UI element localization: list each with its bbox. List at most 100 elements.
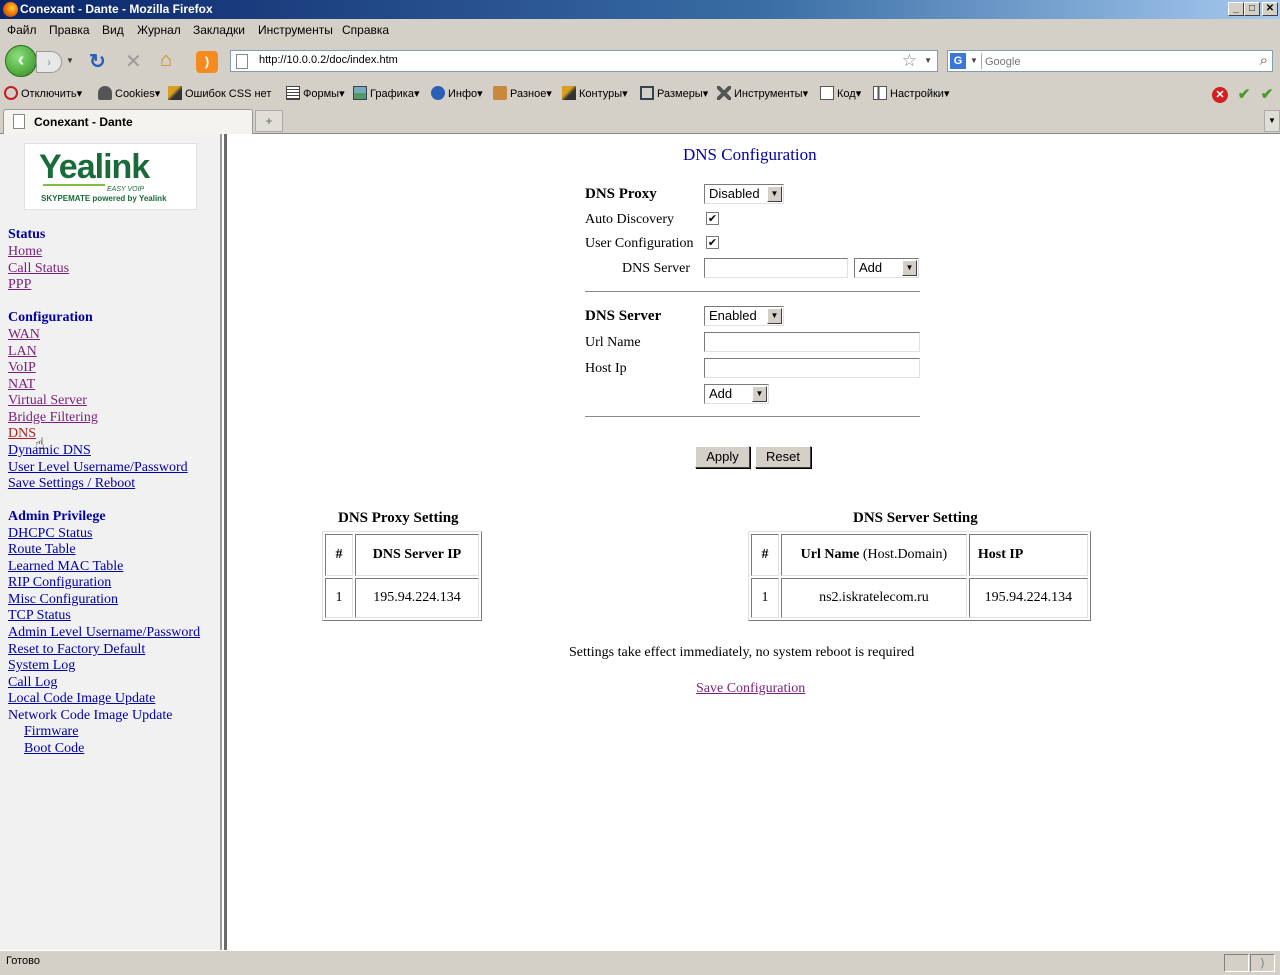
rss-status-icon[interactable]: ) [1250,954,1275,972]
reload-icon[interactable]: ↻ [89,49,106,74]
sidebar-link-route-table[interactable]: Route Table [8,542,76,558]
menu-file[interactable]: Файл [7,19,37,42]
sidebar-link-save-reboot[interactable]: Save Settings / Reboot [8,476,135,492]
host-action-select[interactable]: Add ▼ [704,384,769,404]
sidebar-link-dns[interactable]: DNS [8,426,36,442]
minimize-button[interactable]: _ [1228,2,1244,16]
dns-proxy-label: DNS Proxy [585,186,657,202]
navigation-toolbar: ‹ › ▼ ↻ ✕ ⌂ ) http://10.0.0.2/doc/index.… [0,42,1280,80]
sidebar-link-dynamic-dns[interactable]: Dynamic DNS [8,443,91,459]
hand-cursor-icon: ☝ [35,434,45,453]
history-dropdown-icon[interactable]: ▼ [66,56,74,65]
url-bar[interactable]: http://10.0.0.2/doc/index.htm ☆ ▼ [230,50,938,72]
apply-button[interactable]: Apply [695,446,750,468]
close-window-button[interactable]: ✕ [1262,2,1278,16]
sidebar-link-tcp-status[interactable]: TCP Status [8,608,71,624]
url-name-input[interactable] [704,332,920,352]
table-header: # [325,534,353,576]
reset-button[interactable]: Reset [755,446,811,468]
auto-discovery-label: Auto Discovery [585,212,675,227]
devbar-css[interactable]: Ошибок CSS нет [168,82,271,106]
sidebar-link-bridge-filtering[interactable]: Bridge Filtering [8,410,98,426]
sidebar-link-mac-table[interactable]: Learned MAC Table [8,559,123,575]
chevron-down-icon: ▼ [902,260,917,276]
url-dropdown-icon[interactable]: ▼ [924,56,932,65]
menu-edit[interactable]: Правка [49,19,90,42]
sidebar-link-firmware[interactable]: Firmware [24,724,78,740]
error-status-icon[interactable]: ✕ [1212,87,1228,103]
devbar-cookies[interactable]: Cookies▾ [98,82,160,106]
sidebar-link-lan[interactable]: LAN [8,344,37,360]
back-button[interactable]: ‹ [5,45,37,77]
sidebar-link-virtual-server[interactable]: Virtual Server [8,393,87,409]
dns-proxy-select[interactable]: Disabled ▼ [704,184,784,204]
proxy-table: # DNS Server IP 1 195.94.224.134 [322,531,482,621]
url-text[interactable]: http://10.0.0.2/doc/index.htm [259,54,398,66]
home-icon[interactable]: ⌂ [160,49,182,71]
sidebar-link-system-log[interactable]: System Log [8,658,75,674]
devbar-forms[interactable]: Формы▾ [286,82,345,106]
devbar-source[interactable]: Код▾ [820,82,861,106]
maximize-button[interactable]: □ [1244,2,1260,16]
devbar-info[interactable]: Инфо▾ [431,82,483,106]
user-config-label: User Configuration [585,236,694,251]
sidebar-link-call-status[interactable]: Call Status [8,261,69,277]
sidebar-link-local-image-update[interactable]: Local Code Image Update [8,691,155,707]
dns-server-input[interactable] [704,258,848,278]
sidebar-link-misc-config[interactable]: Misc Configuration [8,592,118,608]
menu-history[interactable]: Журнал [137,19,181,42]
search-icon[interactable]: ⌕ [1260,52,1268,69]
devbar-images[interactable]: Графика▾ [353,82,419,106]
stop-icon[interactable]: ✕ [125,49,142,74]
sidebar-link-call-log[interactable]: Call Log [8,675,57,691]
menu-bookmarks[interactable]: Закладки [193,19,245,42]
dns-server-field-label: DNS Server [622,261,691,276]
auto-discovery-checkbox[interactable]: ✔ [706,212,719,225]
sidebar-link-home[interactable]: Home [8,244,42,260]
dns-server-action-select[interactable]: Add ▼ [854,258,919,278]
new-tab-button[interactable]: + [255,110,283,132]
search-engine-dropdown-icon[interactable]: ▼ [970,56,978,65]
dns-server-select[interactable]: Enabled ▼ [704,306,784,326]
table-cell: ns2.iskratelecom.ru [781,578,967,618]
validate-html-icon[interactable]: ✔ [1236,87,1252,103]
forward-button[interactable]: › [36,51,62,73]
sidebar-link-dhcpc-status[interactable]: DHCPC Status [8,526,92,542]
menu-help[interactable]: Справка [342,19,389,42]
sidebar-link-ppp[interactable]: PPP [8,277,31,293]
rss-icon[interactable]: ) [196,51,218,73]
menu-view[interactable]: Вид [102,19,124,42]
devbar-options[interactable]: Настройки▾ [873,82,949,106]
menu-tools[interactable]: Инструменты [258,19,333,42]
cookies-icon [98,86,112,100]
user-config-checkbox[interactable]: ✔ [706,236,719,249]
host-ip-input[interactable] [704,358,920,378]
table-cell: 195.94.224.134 [968,578,1088,618]
search-bar[interactable]: G ▼ ⌕ [947,50,1273,72]
sidebar-link-nat[interactable]: NAT [8,377,35,393]
sidebar-link-wan[interactable]: WAN [8,327,40,343]
bookmark-star-icon[interactable]: ☆ [902,51,917,71]
sidebar-link-voip[interactable]: VoIP [8,360,36,376]
table-cell: 195.94.224.134 [355,578,479,618]
devbar-tools[interactable]: Инструменты▾ [717,82,808,106]
sidebar-link-factory-reset[interactable]: Reset to Factory Default [8,642,145,658]
google-icon[interactable]: G [950,53,966,69]
devbar-outline[interactable]: Контуры▾ [562,82,628,106]
sidebar-link-admin-password[interactable]: Admin Level Username/Password [8,625,200,641]
save-configuration-link[interactable]: Save Configuration [696,681,805,697]
search-input[interactable] [985,54,1245,69]
sidebar-network-image-update: Network Code Image Update [8,708,173,723]
sidebar-link-boot-code[interactable]: Boot Code [24,741,84,757]
tab-list-button[interactable]: ▼ [1264,110,1280,132]
devbar-resize[interactable]: Размеры▾ [640,82,708,106]
outline-icon [562,86,576,100]
devbar-disable[interactable]: Отключить▾ [4,82,82,106]
sidebar-link-user-password[interactable]: User Level Username/Password [8,460,188,476]
logo-subline: SKYPEMATE powered by Yealink [41,194,167,203]
tab-conexant-dante[interactable]: Conexant - Dante [3,109,253,134]
sidebar-link-rip-config[interactable]: RIP Configuration [8,575,111,591]
tools-icon [717,86,731,100]
devbar-misc[interactable]: Разное▾ [493,82,552,106]
validate-css-icon[interactable]: ✔ [1259,87,1275,103]
